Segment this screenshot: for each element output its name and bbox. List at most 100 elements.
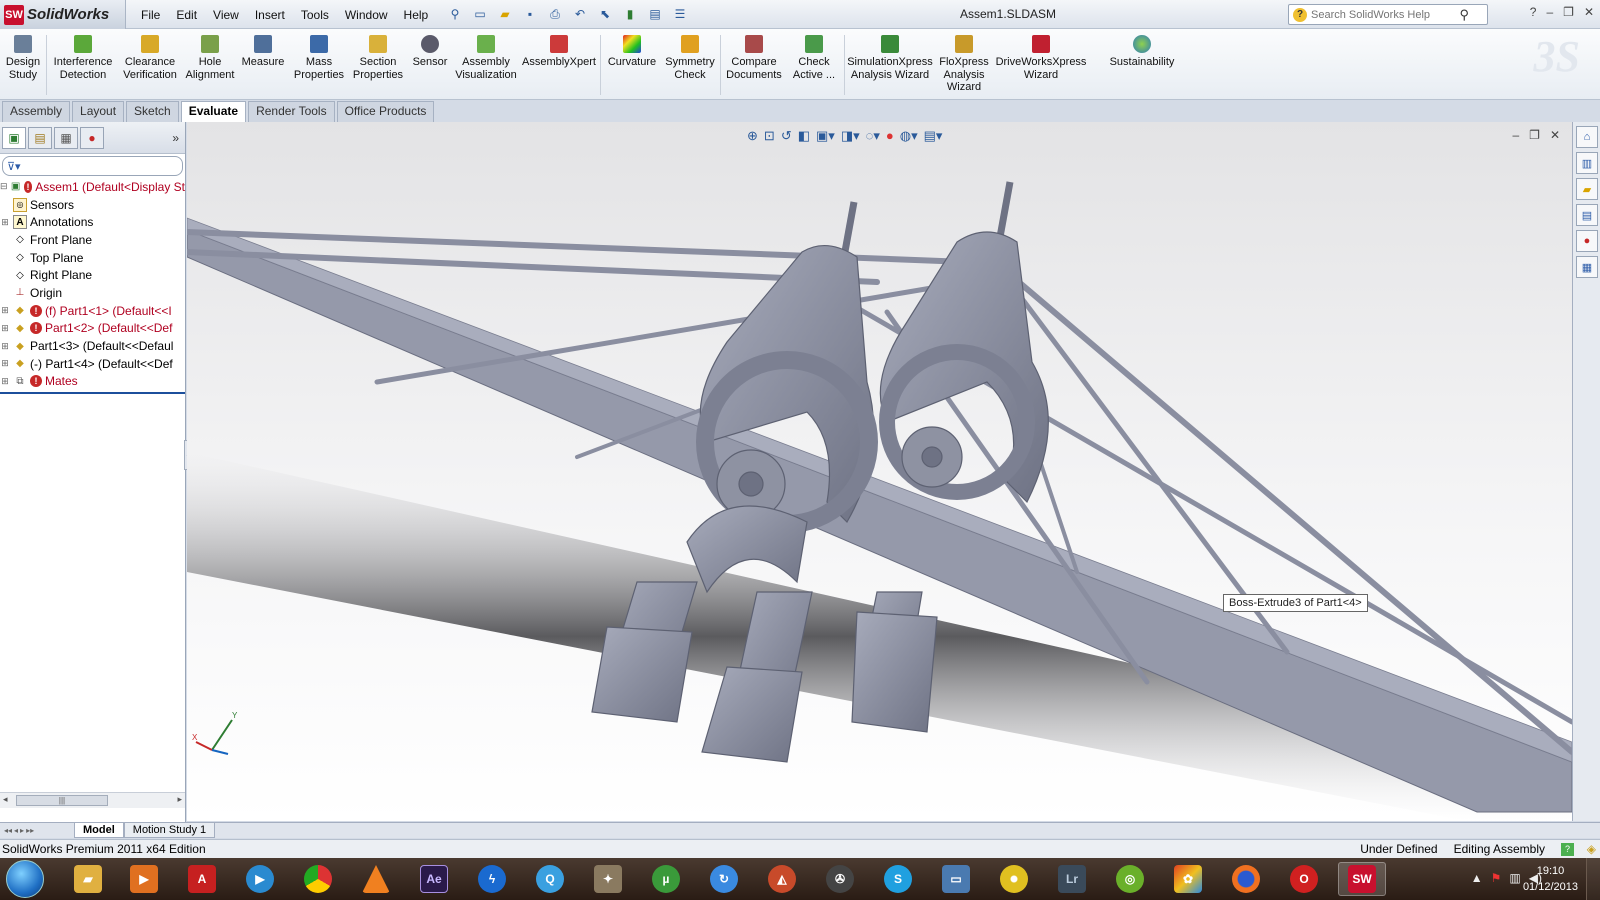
scrollbar-thumb[interactable]: ||| xyxy=(16,795,108,806)
tree-item-part1-1[interactable]: ⊞ ◆ ! (f) Part1<1> (Default<<I xyxy=(0,302,185,320)
menu-view[interactable]: View xyxy=(205,6,247,24)
opera-app[interactable]: O xyxy=(1280,862,1328,896)
tree-item-part1-4[interactable]: ⊞ ◆ (-) Part1<4> (Default<<Def xyxy=(0,355,185,373)
featuremanager-tab-icon[interactable]: ▣ xyxy=(2,126,26,149)
rebuild-icon[interactable]: ▮ xyxy=(619,5,641,23)
tray-expand-icon[interactable]: ▲ xyxy=(1471,871,1483,885)
rebuild-status-icon[interactable]: ◈ xyxy=(1587,842,1596,856)
search-input[interactable] xyxy=(1311,8,1461,21)
display-style-icon[interactable]: ◨▾ xyxy=(841,128,860,144)
flash-app[interactable]: ϟ xyxy=(468,862,516,896)
tree-item-right-plane[interactable]: ◇ Right Plane xyxy=(0,266,185,284)
utorrent-app[interactable]: µ xyxy=(642,862,690,896)
tab-evaluate[interactable]: Evaluate xyxy=(180,101,247,122)
edit-appearance-icon[interactable]: ● xyxy=(886,128,894,144)
tab-sketch[interactable]: Sketch xyxy=(126,101,179,122)
tree-rollback-bar[interactable] xyxy=(0,392,185,395)
sync-app[interactable]: ↻ xyxy=(700,862,748,896)
next-tab-icon[interactable]: ▸ xyxy=(20,826,24,835)
start-button[interactable] xyxy=(6,860,44,898)
acrobat-app[interactable]: A xyxy=(178,862,226,896)
disc-app[interactable] xyxy=(990,862,1038,896)
expand-icon[interactable]: ⊞ xyxy=(0,358,10,369)
design-library-icon[interactable]: ▥ xyxy=(1576,152,1598,174)
show-desktop-button[interactable] xyxy=(1586,858,1600,900)
action-center-flag-icon[interactable]: ⚑ xyxy=(1491,871,1502,885)
hide-show-items-icon[interactable]: ◌▾ xyxy=(866,128,880,144)
measure-button[interactable]: Measure xyxy=(240,35,286,69)
open-folder-icon[interactable]: ▰ xyxy=(494,5,516,23)
chrome-app[interactable] xyxy=(294,862,342,896)
expand-icon[interactable]: ⊞ xyxy=(0,341,10,352)
section-view-icon[interactable]: ◧ xyxy=(798,128,810,144)
after-effects-app[interactable]: Ae xyxy=(410,862,458,896)
menu-help[interactable]: Help xyxy=(396,6,437,24)
symmetry-check-button[interactable]: Symmetry Check xyxy=(664,35,716,81)
tree-item-assem1[interactable]: ⊟ ▣ ! Assem1 (Default<Display St xyxy=(0,178,185,196)
vlc-app[interactable] xyxy=(352,862,400,896)
displaymanager-tab-icon[interactable]: ● xyxy=(80,126,104,149)
interference-detection-button[interactable]: Interference Detection xyxy=(50,35,116,81)
check-active-button[interactable]: Check Active ... xyxy=(788,35,840,81)
tree-filter[interactable]: ⊽▾ xyxy=(2,156,183,176)
file-explorer-icon[interactable]: ▰ xyxy=(1576,178,1598,200)
firefox-app[interactable] xyxy=(1222,862,1270,896)
first-tab-icon[interactable]: ◂◂ xyxy=(4,826,12,835)
tab-motion-study[interactable]: Motion Study 1 xyxy=(123,823,216,838)
search-icon[interactable]: ⚲ xyxy=(1459,7,1469,23)
tab-model[interactable]: Model xyxy=(74,823,124,838)
network-icon[interactable]: ▥ xyxy=(1509,871,1520,885)
collapse-icon[interactable]: ⊟ xyxy=(0,181,8,192)
pin-icon[interactable]: ⚲ xyxy=(444,5,466,23)
skype-app[interactable]: S xyxy=(874,862,922,896)
print-icon[interactable]: ⎙ xyxy=(544,5,566,23)
driveworksxpress-button[interactable]: DriveWorksXpress Wizard xyxy=(996,35,1086,81)
view-palette-icon[interactable]: ▤ xyxy=(1576,204,1598,226)
expand-panel-icon[interactable]: » xyxy=(172,131,179,145)
file-properties-icon[interactable]: ▤ xyxy=(644,5,666,23)
player-app[interactable]: ▶ xyxy=(236,862,284,896)
scroll-right-icon[interactable]: ▸ xyxy=(177,794,182,805)
expand-icon[interactable]: ⊞ xyxy=(0,217,10,228)
taskbar-clock[interactable]: 19:10 01/12/2013 xyxy=(1523,863,1578,895)
scroll-left-icon[interactable]: ◂ xyxy=(3,794,8,805)
tab-layout[interactable]: Layout xyxy=(72,101,125,122)
view-orientation-icon[interactable]: ▣▾ xyxy=(816,128,835,144)
green-app[interactable]: ◎ xyxy=(1106,862,1154,896)
home-icon[interactable]: ⌂ xyxy=(1576,126,1598,148)
panel-horizontal-scrollbar[interactable]: ◂ ||| ▸ xyxy=(0,792,185,808)
tree-item-mates[interactable]: ⊞ ⧉ ! Mates xyxy=(0,373,185,391)
remote-desktop-app[interactable]: ▭ xyxy=(932,862,980,896)
assembly-visualization-button[interactable]: Assembly Visualization xyxy=(454,35,518,81)
lightroom-app[interactable]: Lr xyxy=(1048,862,1096,896)
expand-icon[interactable]: ⊞ xyxy=(0,323,10,334)
tree-item-part1-2[interactable]: ⊞ ◆ ! Part1<2> (Default<<Def xyxy=(0,320,185,338)
zoom-to-area-icon[interactable]: ⊡ xyxy=(764,128,775,144)
sensor-button[interactable]: Sensor xyxy=(410,35,450,69)
zoom-to-fit-icon[interactable]: ⊕ xyxy=(747,128,758,144)
colorful-app[interactable]: ✿ xyxy=(1164,862,1212,896)
solidworks-app[interactable]: SW xyxy=(1338,862,1386,896)
apply-scene-icon[interactable]: ◍▾ xyxy=(900,128,918,144)
expand-icon[interactable]: ⊞ xyxy=(0,376,10,387)
menu-edit[interactable]: Edit xyxy=(168,6,205,24)
propertymanager-tab-icon[interactable]: ▤ xyxy=(28,126,52,149)
restore-icon[interactable]: ❐ xyxy=(1563,5,1574,19)
close-icon[interactable]: ✕ xyxy=(1584,5,1594,19)
minimize-icon[interactable]: – xyxy=(1546,5,1553,19)
tab-assembly[interactable]: Assembly xyxy=(2,101,71,122)
section-properties-button[interactable]: Section Properties xyxy=(350,35,406,81)
app-logo[interactable]: SW SolidWorks xyxy=(0,0,126,29)
undo-icon[interactable]: ↶ xyxy=(569,5,591,23)
gimp-app[interactable]: ✦ xyxy=(584,862,632,896)
help-icon[interactable]: ? xyxy=(1530,5,1537,19)
doc-close-icon[interactable]: ✕ xyxy=(1550,128,1560,142)
design-study-button[interactable]: Design Study xyxy=(4,35,42,81)
menu-insert[interactable]: Insert xyxy=(247,6,293,24)
tab-office-products[interactable]: Office Products xyxy=(336,101,435,122)
explorer-app[interactable]: ▰ xyxy=(64,862,112,896)
save-icon[interactable]: ▪ xyxy=(519,5,541,23)
tree-item-sensors[interactable]: ◎ Sensors xyxy=(0,196,185,214)
new-document-icon[interactable]: ▭ xyxy=(469,5,491,23)
appearances-icon[interactable]: ● xyxy=(1576,230,1598,252)
